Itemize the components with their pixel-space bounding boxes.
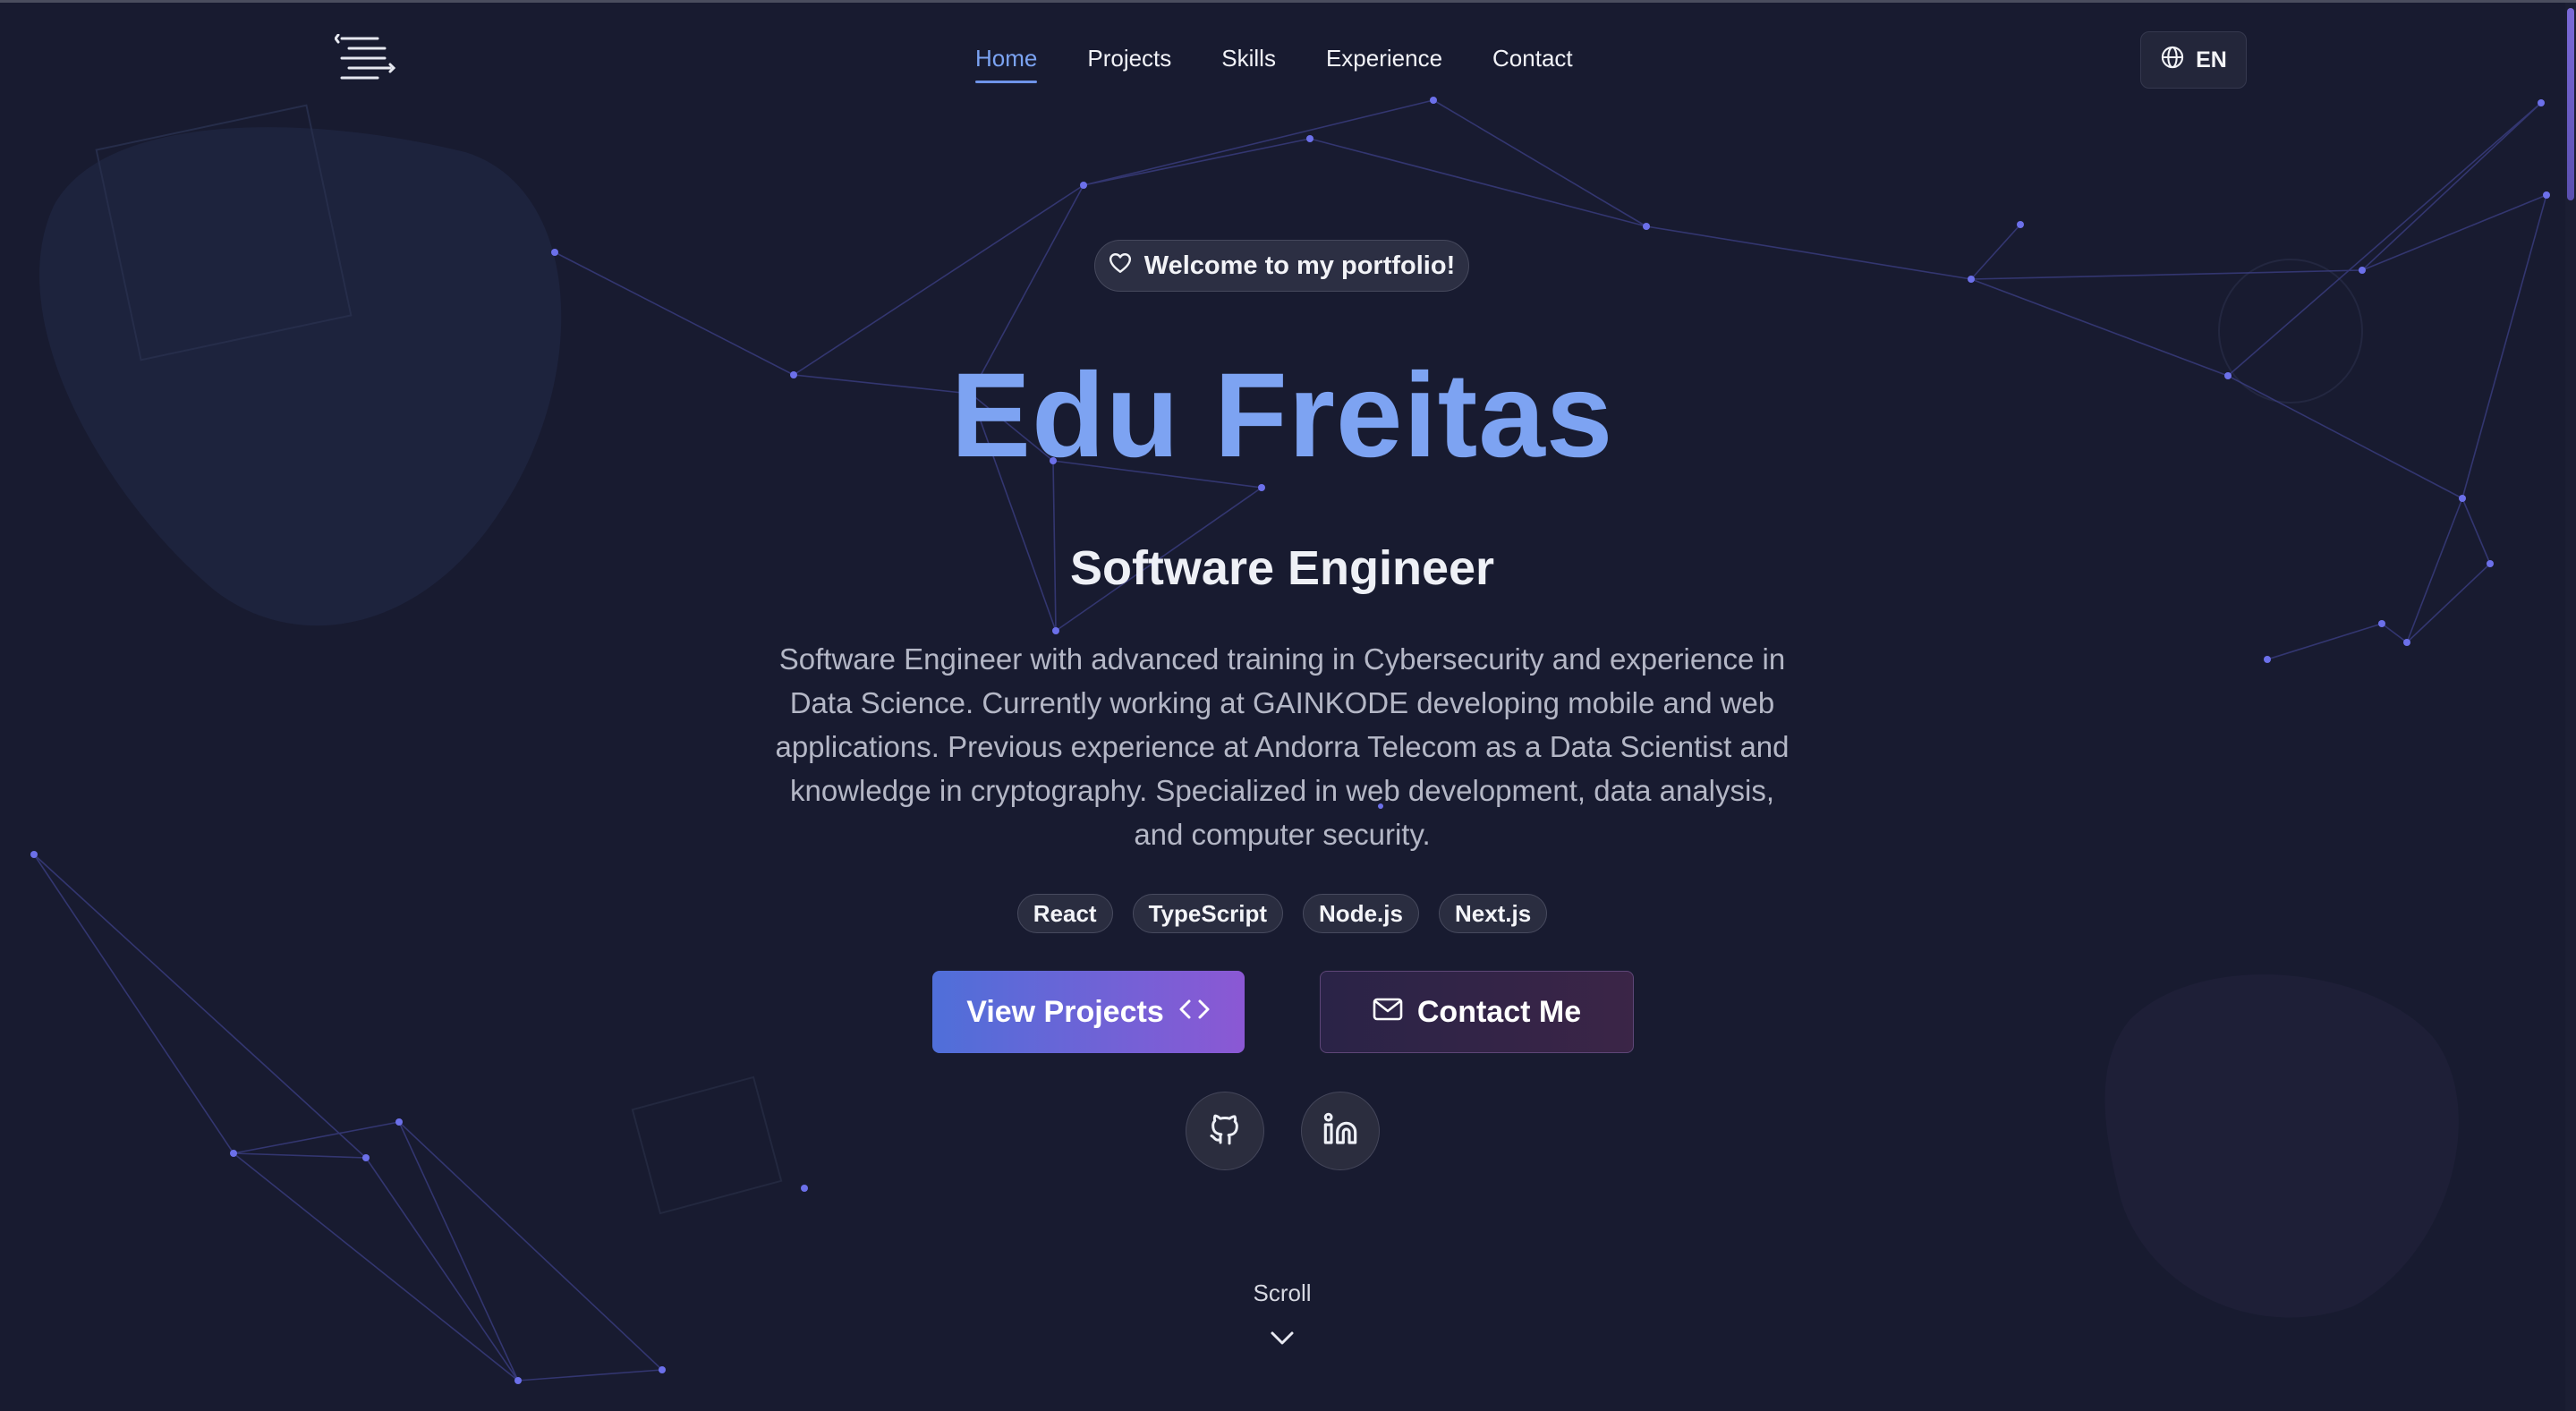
nav-item-skills[interactable]: Skills (1212, 41, 1285, 76)
code-brackets-icon (1178, 995, 1211, 1030)
github-icon (1207, 1111, 1243, 1152)
linkedin-link[interactable] (1301, 1092, 1380, 1170)
tech-tags: React TypeScript Node.js Next.js (0, 894, 2564, 933)
tag-react: React (1016, 894, 1113, 933)
language-label: EN (2196, 47, 2227, 72)
linkedin-icon (1322, 1111, 1358, 1152)
contact-me-button[interactable]: Contact Me (1320, 971, 1634, 1053)
main-nav: Home Projects Skills Experience Contact (966, 41, 1614, 83)
view-projects-label: View Projects (966, 994, 1164, 1029)
hero-description: Software Engineer with advanced training… (775, 642, 1790, 851)
nav-item-projects[interactable]: Projects (1078, 41, 1180, 76)
welcome-badge: Welcome to my portfolio! (1094, 240, 1469, 292)
heart-icon (1109, 251, 1132, 281)
window-top-border (0, 0, 2576, 3)
hero-name: Edu Freitas (950, 349, 1614, 482)
tag-nodejs: Node.js (1303, 894, 1419, 933)
scroll-hint-label: Scroll (1253, 1279, 1312, 1306)
welcome-text: Welcome to my portfolio! (1143, 251, 1456, 280)
menu-lines-icon[interactable] (334, 33, 397, 84)
chevron-down-icon[interactable] (1268, 1327, 1297, 1348)
github-link[interactable] (1186, 1092, 1264, 1170)
nav-item-contact[interactable]: Contact (1484, 41, 1582, 76)
contact-me-label: Contact Me (1416, 994, 1582, 1029)
mail-icon (1373, 995, 1403, 1030)
tag-typescript: TypeScript (1132, 894, 1284, 933)
nav-item-experience[interactable]: Experience (1317, 41, 1451, 76)
view-projects-button[interactable]: View Projects (932, 971, 1245, 1053)
scrollbar-thumb[interactable] (2567, 8, 2574, 200)
language-switcher-button[interactable]: EN (2140, 31, 2247, 89)
page-scrollbar[interactable] (2565, 3, 2576, 1411)
tag-nextjs: Next.js (1438, 894, 1548, 933)
hero-role: Software Engineer (1069, 541, 1495, 595)
nav-item-home[interactable]: Home (966, 41, 1046, 83)
globe-icon (2160, 45, 2185, 76)
